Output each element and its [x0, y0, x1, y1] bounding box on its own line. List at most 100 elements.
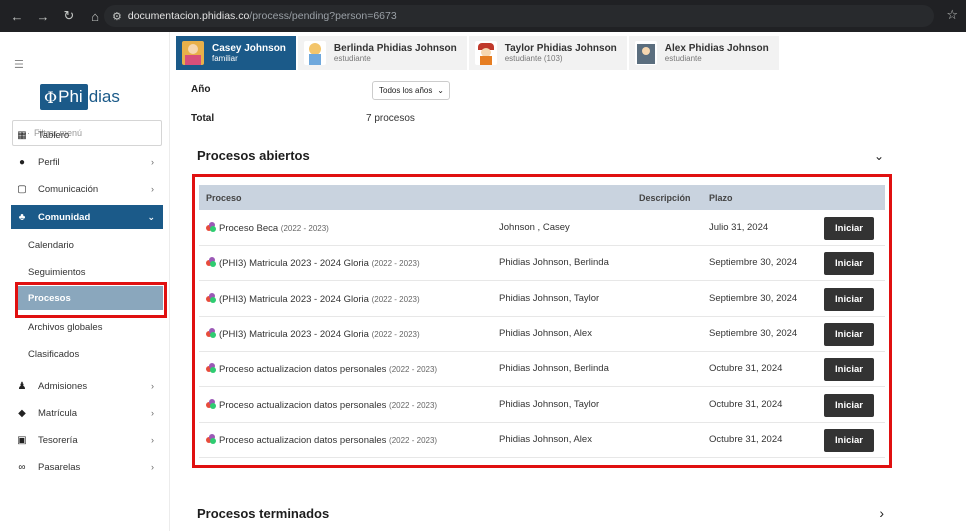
process-years: (2022 - 2023)	[389, 400, 438, 410]
sidebar-item-admisiones[interactable]: ♟ Admisiones ›	[0, 374, 170, 398]
iniciar-button[interactable]: Iniciar	[824, 358, 874, 382]
home-icon[interactable]: ⌂	[84, 5, 106, 27]
browser-toolbar: ← → ↻ ⌂ ⚙ documentacion.phidias.co/proce…	[0, 0, 966, 32]
process-name: Proceso actualizacion datos personales	[219, 364, 387, 376]
subitem-seguimientos[interactable]: Seguimientos	[28, 267, 86, 278]
process-name: Proceso Beca	[219, 223, 279, 234]
chevron-down-icon: ⌄	[437, 86, 444, 95]
person-cell: Phidias Johnson, Taylor	[499, 398, 600, 410]
iniciar-button[interactable]: Iniciar	[824, 252, 874, 276]
chevron-right-icon: ›	[151, 408, 154, 418]
tab-taylor-phidias-johnson[interactable]: Taylor Phidias Johnson estudiante (103)	[468, 36, 627, 70]
phidias-logo[interactable]: Φ Phi dias	[40, 84, 120, 110]
sidebar-item-comunidad[interactable]: ♣ Comunidad ⌄	[11, 205, 163, 229]
avatar	[182, 41, 204, 65]
forward-arrow-icon[interactable]: →	[32, 5, 54, 27]
process-name: (PHI3) Matricula 2023 - 2024 Gloria	[219, 328, 369, 340]
person-cell: Phidias Johnson, Berlinda	[499, 363, 609, 375]
avatar	[474, 41, 497, 65]
chat-icon: ▢	[17, 183, 27, 195]
tab-berlinda-phidias-johnson[interactable]: Berlinda Phidias Johnson estudiante	[297, 36, 467, 70]
person-tabs: Casey Johnson familiar Berlinda Phidias …	[176, 36, 781, 70]
chevron-right-icon[interactable]: ›	[879, 505, 884, 521]
deadline-cell: Octubre 31, 2024	[709, 398, 783, 410]
reload-icon[interactable]: ↻	[58, 5, 80, 27]
process-icon	[206, 292, 216, 303]
sidebar-item-matricula[interactable]: ◆ Matrícula ›	[0, 401, 170, 425]
process-years: (2022 - 2023)	[371, 259, 420, 269]
sidebar-item-perfil[interactable]: ● Perfil ›	[0, 150, 170, 174]
total-value: 7 procesos	[366, 113, 415, 124]
process-cell[interactable]: Proceso actualizacion datos personales (…	[206, 363, 437, 375]
deadline-cell: Septiembre 30, 2024	[709, 257, 798, 269]
chevron-right-icon: ›	[151, 381, 154, 391]
process-cell[interactable]: Proceso Beca (2022 - 2023)	[206, 222, 329, 234]
year-select[interactable]: Todos los años ⌄	[372, 81, 450, 100]
iniciar-button[interactable]: Iniciar	[824, 428, 874, 452]
iniciar-button[interactable]: Iniciar	[824, 322, 874, 346]
person-cell: Phidias Johnson, Taylor	[499, 292, 600, 304]
column-header-plazo: Plazo	[709, 193, 733, 203]
column-header-descripcion: Descripción	[639, 193, 691, 203]
table-row: Proceso actualizacion datos personales (…	[199, 423, 885, 458]
table-row: (PHI3) Matricula 2023 - 2024 Gloria (202…	[199, 317, 885, 352]
column-header-proceso: Proceso	[206, 193, 242, 203]
process-icon	[206, 222, 216, 232]
section-title-open: Procesos abiertos	[197, 148, 310, 163]
person-cell: Phidias Johnson, Alex	[499, 327, 592, 339]
section-title-finished: Procesos terminados	[197, 506, 330, 521]
deadline-cell: Septiembre 30, 2024	[709, 292, 798, 304]
chevron-right-icon: ›	[151, 462, 154, 472]
process-name: Proceso actualizacion datos personales	[219, 434, 387, 446]
total-label: Total	[191, 113, 215, 124]
tab-alex-phidias-johnson[interactable]: Alex Phidias Johnson estudiante	[628, 36, 779, 70]
sidebar-item-tesoreria[interactable]: ▣ Tesorería ›	[0, 428, 170, 452]
menu-toggle-icon[interactable]: ☰	[14, 58, 24, 71]
iniciar-button[interactable]: Iniciar	[824, 287, 874, 311]
subitem-archivos-globales[interactable]: Archivos globales	[28, 322, 102, 333]
process-cell[interactable]: (PHI3) Matricula 2023 - 2024 Gloria (202…	[206, 292, 420, 305]
table-row: (PHI3) Matricula 2023 - 2024 Gloria (202…	[199, 246, 885, 282]
table-header: Proceso Descripción Plazo	[199, 185, 885, 210]
tab-casey-johnson[interactable]: Casey Johnson familiar	[176, 36, 296, 70]
table-row: (PHI3) Matricula 2023 - 2024 Gloria (202…	[199, 282, 885, 317]
process-icon	[206, 257, 216, 268]
admissions-icon: ♟	[17, 380, 27, 392]
back-arrow-icon[interactable]: ←	[6, 5, 28, 27]
subitem-clasificados[interactable]: Clasificados	[28, 349, 79, 360]
community-icon: ♣	[18, 211, 26, 223]
chevron-down-icon[interactable]: ⌄	[874, 149, 884, 163]
subitem-calendario[interactable]: Calendario	[28, 240, 74, 251]
link-icon: ∞	[18, 461, 26, 473]
process-cell[interactable]: Proceso actualizacion datos personales (…	[206, 433, 438, 446]
site-settings-icon[interactable]: ⚙	[112, 10, 122, 23]
process-name: Proceso actualizacion datos personales	[219, 399, 387, 411]
process-years: (2022 - 2023)	[280, 224, 329, 233]
deadline-cell: Julio 31, 2024	[709, 222, 769, 233]
process-years: (2022 - 2023)	[389, 435, 438, 445]
process-cell[interactable]: (PHI3) Matricula 2023 - 2024 Gloria (202…	[206, 327, 420, 340]
sidebar-item-comunicacion[interactable]: ▢ Comunicación ›	[0, 177, 170, 201]
deadline-cell: Octubre 31, 2024	[709, 433, 783, 445]
process-cell[interactable]: Proceso actualizacion datos personales (…	[206, 398, 438, 411]
address-bar[interactable]: ⚙ documentacion.phidias.co/process/pendi…	[104, 5, 934, 27]
avatar	[303, 41, 326, 65]
bookmark-star-icon[interactable]: ☆	[946, 7, 958, 23]
iniciar-button[interactable]: Iniciar	[824, 393, 874, 417]
url-text: documentacion.phidias.co/process/pending…	[127, 10, 397, 22]
person-cell: Phidias Johnson, Alex	[499, 433, 592, 445]
process-icon	[206, 327, 216, 338]
year-label: Año	[191, 84, 211, 95]
sidebar-item-pasarelas[interactable]: ∞ Pasarelas ›	[0, 455, 170, 479]
avatar	[634, 41, 657, 65]
process-cell[interactable]: (PHI3) Matricula 2023 - 2024 Gloria (202…	[206, 257, 420, 269]
iniciar-button[interactable]: Iniciar	[824, 217, 874, 240]
sidebar-item-tablero[interactable]: ▦ Tablero	[0, 123, 170, 147]
chevron-right-icon: ›	[151, 435, 154, 445]
graduation-cap-icon: ◆	[18, 407, 26, 419]
table-row: Proceso Beca (2022 - 2023) Johnson , Case…	[199, 211, 885, 246]
highlight-box-procesos	[15, 282, 167, 318]
chevron-right-icon: ›	[151, 184, 154, 194]
person-icon: ●	[18, 156, 26, 168]
logo-mark: Φ Phi	[40, 84, 88, 110]
